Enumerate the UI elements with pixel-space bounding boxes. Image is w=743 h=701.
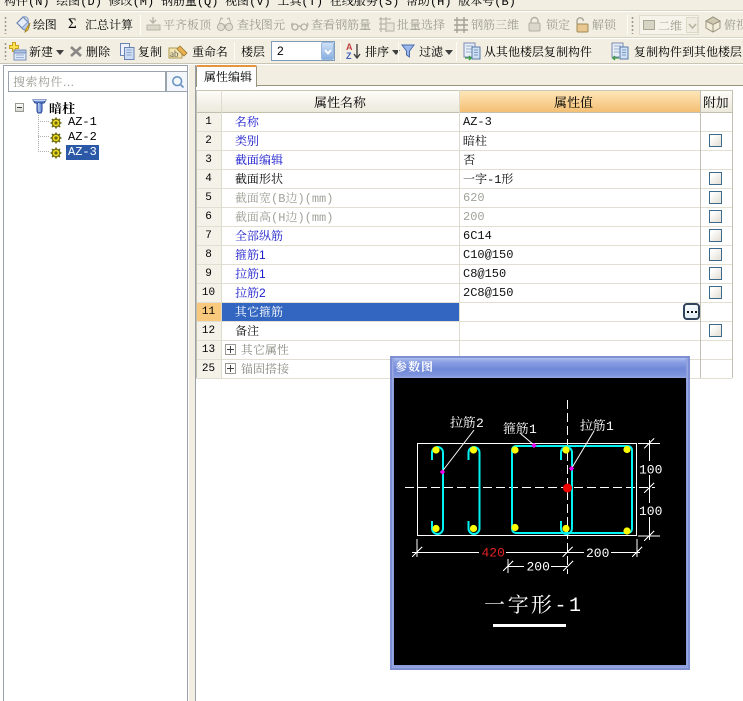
svg-text:200: 200 [586, 546, 609, 561]
svg-text:箍筋1: 箍筋1 [503, 418, 537, 437]
svg-text:拉筋1: 拉筋1 [580, 415, 614, 434]
svg-text:一字形-1: 一字形-1 [484, 589, 584, 619]
svg-text:100: 100 [639, 504, 662, 519]
svg-text:Z: Z [346, 51, 352, 61]
svg-text:420: 420 [482, 546, 505, 561]
svg-text:拉筋2: 拉筋2 [450, 412, 484, 431]
svg-text:ab: ab [170, 49, 179, 59]
svg-text:200: 200 [527, 560, 550, 575]
svg-text:100: 100 [639, 463, 662, 478]
